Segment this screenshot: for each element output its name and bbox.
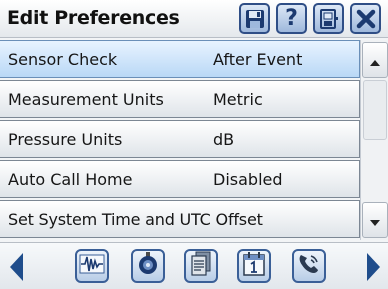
scroll-up-button[interactable] xyxy=(362,42,388,78)
preferences-screen: Edit Preferences ? Sensor Check After Ev… xyxy=(0,0,388,289)
help-icon: ? xyxy=(285,5,298,31)
scroll-down-button[interactable] xyxy=(362,202,388,238)
preference-value: dB xyxy=(213,130,235,149)
list-scrollbar[interactable] xyxy=(360,40,388,240)
previous-page-button[interactable] xyxy=(10,253,24,281)
close-button[interactable] xyxy=(350,3,381,34)
calendar-icon xyxy=(242,251,266,281)
waveform-button[interactable] xyxy=(75,249,109,283)
close-x-icon xyxy=(355,8,377,30)
preference-row-measurement-units[interactable]: Measurement Units Metric xyxy=(0,80,360,118)
triangle-down-icon xyxy=(370,211,380,230)
exit-door-icon xyxy=(318,8,340,30)
preference-label: Sensor Check xyxy=(8,50,118,69)
arrow-right-icon xyxy=(366,253,380,285)
preference-row-auto-call-home[interactable]: Auto Call Home Disabled xyxy=(0,160,360,198)
calendar-button[interactable] xyxy=(237,249,271,283)
scroll-thumb[interactable] xyxy=(363,80,387,140)
preference-value: After Event xyxy=(213,50,303,69)
sensor-button[interactable] xyxy=(131,249,165,283)
reports-button[interactable] xyxy=(184,249,218,283)
arrow-left-icon xyxy=(10,253,24,285)
page-title: Edit Preferences xyxy=(7,7,180,29)
preference-row-pressure-units[interactable]: Pressure Units dB xyxy=(0,120,360,158)
preference-label: Pressure Units xyxy=(8,130,123,149)
preference-label: Auto Call Home xyxy=(8,170,133,189)
exit-button[interactable] xyxy=(313,3,344,34)
preference-value: Metric xyxy=(213,90,263,109)
save-disk-icon xyxy=(244,8,266,30)
preference-label: Set System Time and UTC Offset xyxy=(8,210,263,229)
call-home-button[interactable] xyxy=(292,249,326,283)
title-bar: Edit Preferences ? xyxy=(0,0,388,38)
preferences-list: Sensor Check After Event Measurement Uni… xyxy=(0,40,360,240)
geophone-sensor-icon xyxy=(136,251,160,281)
preference-value: Disabled xyxy=(213,170,283,189)
phone-icon xyxy=(296,251,322,281)
help-button[interactable]: ? xyxy=(276,3,307,34)
next-page-button[interactable] xyxy=(366,253,380,281)
documents-icon xyxy=(189,251,213,281)
triangle-up-icon xyxy=(370,51,380,70)
waveform-icon xyxy=(79,253,105,279)
preference-label: Measurement Units xyxy=(8,90,164,109)
preference-row-sensor-check[interactable]: Sensor Check After Event xyxy=(0,40,360,78)
bottom-toolbar xyxy=(0,242,388,289)
preference-row-system-time[interactable]: Set System Time and UTC Offset xyxy=(0,200,360,238)
save-button[interactable] xyxy=(239,3,270,34)
